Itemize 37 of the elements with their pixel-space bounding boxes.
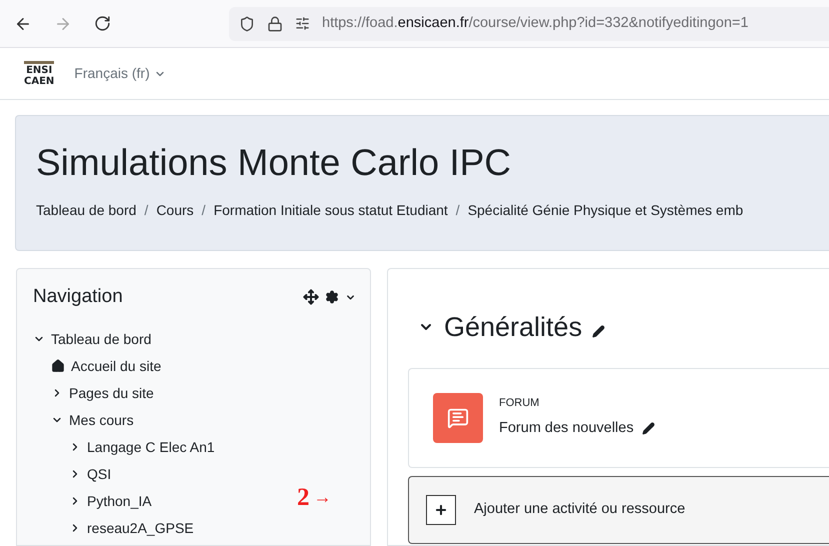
plus-icon xyxy=(426,494,456,524)
section-title: Généralités xyxy=(444,311,582,344)
annotation-number: 2 xyxy=(297,483,310,513)
annotation-arrow: → xyxy=(314,486,332,510)
nav-link[interactable]: Pages du site xyxy=(69,382,154,404)
nav-link[interactable]: Python_IA xyxy=(87,490,152,512)
nav-link[interactable]: Langage C Elec An1 xyxy=(87,436,215,458)
breadcrumb-separator: / xyxy=(456,201,460,220)
course-title: Simulations Monte Carlo IPC xyxy=(36,141,512,185)
url-text: https://foad.ensicaen.fr/course/view.php?id=332&notifyeditingon=1 xyxy=(322,14,748,33)
activity-link[interactable]: Forum des nouvelles xyxy=(499,418,634,440)
forum-icon xyxy=(433,392,483,442)
edit-pencil-icon[interactable] xyxy=(592,324,606,338)
nav-link[interactable]: Mes cours xyxy=(69,410,134,430)
breadcrumb-link[interactable]: Cours xyxy=(156,200,194,221)
home-icon xyxy=(51,359,65,373)
breadcrumb-link[interactable]: Tableau de bord xyxy=(36,200,136,221)
breadcrumb-link[interactable]: Formation Initiale sous statut Etudiant xyxy=(214,200,448,221)
breadcrumb-separator: / xyxy=(144,201,148,220)
breadcrumb-separator: / xyxy=(202,201,206,220)
nav-link[interactable]: Tableau de bord xyxy=(51,328,152,350)
lock-icon xyxy=(267,16,283,32)
language-menu[interactable]: Français (fr) xyxy=(74,63,166,84)
activity-type: FORUM xyxy=(499,396,540,412)
reload-icon[interactable] xyxy=(94,15,111,32)
breadcrumb-link[interactable]: Spécialité Génie Physique et Systèmes emb xyxy=(468,200,744,221)
logo[interactable]: ENSI CAEN xyxy=(24,60,54,86)
nav-link[interactable]: Accueil du site xyxy=(71,356,162,376)
add-activity-button[interactable]: Ajouter une activité ou ressource xyxy=(408,476,829,544)
move-icon[interactable] xyxy=(303,289,319,306)
edit-pencil-icon[interactable] xyxy=(642,422,655,436)
address-bar[interactable]: https://foad.ensicaen.fr/course/view.php?id=332&notifyeditingon=1 xyxy=(229,6,829,40)
shield-icon xyxy=(239,16,255,32)
nav-link[interactable]: reseau2A_GPSE xyxy=(87,518,194,538)
permissions-icon xyxy=(295,16,310,31)
panel-title: Navigation xyxy=(33,285,123,309)
nav-link[interactable]: QSI xyxy=(87,464,112,484)
